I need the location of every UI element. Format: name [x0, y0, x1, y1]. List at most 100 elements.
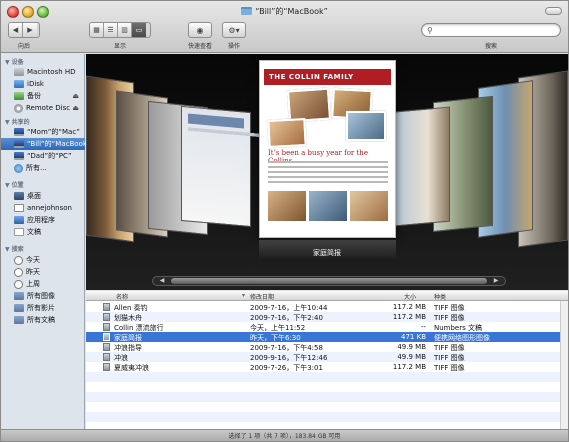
sidebar-item-bills-macbook[interactable]: “Bill”的“MacBook” — [1, 138, 91, 150]
back-forward-label: 向后 — [17, 43, 30, 50]
column-header-date[interactable]: 修改日期 — [250, 292, 274, 301]
table-row[interactable]: 冲浪指导 2009-7-16，下午4:58 49.9 MB TIFF 图像 — [86, 342, 568, 352]
sidebar-item-all-shared[interactable]: 所有... — [1, 162, 85, 174]
empty-row — [86, 392, 568, 402]
scroll-right-icon[interactable]: ▶ — [489, 277, 503, 285]
eye-icon: ◉ — [196, 25, 204, 35]
back-forward-control: ◀ ▶ — [8, 22, 40, 38]
sidebar-section-shared[interactable]: ▼ 共享的 — [5, 117, 30, 126]
coverflow-view-button[interactable]: ▭ — [132, 23, 146, 37]
empty-row — [86, 412, 568, 422]
clock-icon — [14, 267, 23, 277]
disclosure-triangle-icon: ▼ — [5, 119, 10, 126]
sidebar-item-moms-mac[interactable]: “Mom”的“Mac” — [1, 126, 85, 138]
column-header-kind[interactable]: 种类 — [434, 292, 446, 301]
sort-indicator-icon: ▾ — [242, 292, 246, 299]
table-row[interactable]: 冲浪 2009-9-16，下午12:46 49.9 MB TIFF 图像 — [86, 352, 568, 362]
search-icon: ⚲ — [427, 26, 433, 35]
icon-view-button[interactable]: ▦ — [90, 23, 104, 37]
column-header-name[interactable]: 名称 — [116, 292, 128, 301]
sidebar-section-search[interactable]: ▼ 搜索 — [5, 244, 24, 253]
coverflow-item[interactable] — [181, 105, 568, 228]
list-view-button[interactable]: ☰ — [104, 23, 118, 37]
action-button[interactable]: ⚙▾ — [222, 22, 246, 38]
text-line — [268, 176, 388, 178]
computer-icon — [14, 128, 24, 136]
gear-icon: ⚙▾ — [228, 25, 240, 35]
columns-icon: ▥ — [121, 26, 128, 34]
text-line — [268, 181, 388, 183]
sidebar-item-applications[interactable]: 应用程序 — [1, 214, 85, 226]
back-button[interactable]: ◀ — [9, 23, 23, 37]
sidebar-item-dads-pc[interactable]: “Dad”的“PC” — [1, 150, 85, 162]
table-row[interactable]: 家庭简报 昨天，下午6:30 471 KB 便携网络图形图像 — [86, 332, 568, 342]
coverflow-icon: ▭ — [135, 26, 143, 34]
grid-icon: ▦ — [93, 26, 100, 34]
column-view-button[interactable]: ▥ — [118, 23, 132, 37]
clock-icon — [14, 279, 23, 289]
documents-icon — [14, 228, 24, 236]
desktop-icon — [14, 192, 24, 200]
list-icon: ☰ — [107, 26, 114, 34]
sidebar-item-yesterday[interactable]: 昨天 — [1, 266, 85, 278]
scroll-left-icon[interactable]: ◀ — [155, 277, 169, 285]
table-row[interactable]: 划猫木舟 2009-7-16，下午2:40 117.2 MB TIFF 图像 — [86, 312, 568, 322]
applications-icon — [14, 216, 24, 224]
view-label: 显示 — [113, 43, 126, 50]
quicklook-button[interactable]: ◉ — [188, 22, 212, 38]
coverflow-item[interactable] — [395, 106, 450, 227]
sidebar-item-remote-disc[interactable]: Remote Disc ⏏ — [1, 102, 85, 114]
search-field[interactable]: ⚲ — [421, 23, 561, 37]
image-file-icon — [103, 343, 110, 351]
disclosure-triangle-icon: ▼ — [5, 246, 10, 253]
eject-icon[interactable]: ⏏ — [72, 104, 79, 112]
photo-thumbnail — [309, 191, 347, 221]
disclosure-triangle-icon: ▼ — [5, 59, 10, 66]
quicklook-label: 快速查看 — [187, 43, 212, 50]
column-header-size[interactable]: 大小 — [404, 292, 416, 301]
backup-drive-icon — [14, 92, 24, 100]
empty-row — [86, 372, 568, 382]
home-icon — [14, 204, 24, 212]
image-file-icon — [103, 303, 110, 311]
sidebar-item-desktop[interactable]: 桌面 — [1, 190, 85, 202]
photo-thumbnail — [286, 87, 332, 123]
sidebar-item-all-images[interactable]: 所有图像 — [1, 290, 85, 302]
eject-icon[interactable]: ⏏ — [72, 92, 79, 100]
sidebar-item-all-documents[interactable]: 所有文稿 — [1, 314, 85, 326]
table-row[interactable]: 夏威夷冲浪 2009-7-26，下午3:01 117.2 MB TIFF 图像 — [86, 362, 568, 372]
coverflow-selected-item[interactable]: THE COLLIN FAMILY It’s been a busy year … — [259, 60, 396, 238]
text-line — [268, 166, 388, 168]
image-file-icon — [103, 313, 110, 321]
coverflow-caption: 家庭简报 — [313, 249, 341, 257]
view-control: ▦ ☰ ▥ ▭ — [89, 22, 151, 38]
sidebar-item-all-movies[interactable]: 所有影片 — [1, 302, 85, 314]
table-row[interactable]: Collin 漂流旅行 今天，上午11:52 -- Numbers 文稿 — [86, 322, 568, 332]
sidebar-section-devices[interactable]: ▼ 设备 — [5, 57, 24, 66]
sidebar-section-places[interactable]: ▼ 位置 — [5, 180, 24, 189]
image-file-icon — [103, 363, 110, 371]
coverflow-pane: THE COLLIN FAMILY It’s been a busy year … — [86, 54, 568, 290]
sidebar-item-idisk[interactable]: iDisk — [1, 78, 85, 90]
clock-icon — [14, 255, 23, 265]
sidebar-item-last-week[interactable]: 上周 — [1, 278, 85, 290]
finder-window: “Bill”的“MacBook” ◀ ▶ 向后 ▦ ☰ ▥ ▭ 显示 ◉ 快速查… — [0, 0, 569, 442]
sidebar-item-backup[interactable]: 备份 ⏏ — [1, 90, 85, 102]
coverflow-scrollbar[interactable]: ◀ ▶ — [152, 276, 506, 286]
forward-button[interactable]: ▶ — [23, 23, 37, 37]
vertical-scrollbar[interactable] — [560, 301, 568, 429]
photo-thumbnail — [267, 118, 307, 148]
disc-icon — [14, 103, 23, 113]
laptop-icon — [14, 140, 24, 148]
thumbnail-header — [188, 113, 244, 129]
smart-folder-icon — [14, 316, 24, 324]
folder-icon — [241, 7, 253, 15]
hard-drive-icon — [14, 68, 24, 76]
action-label: 操作 — [227, 43, 240, 50]
sidebar-item-home[interactable]: annejohnson — [1, 202, 85, 214]
table-row[interactable]: Allen 奏钓 2009-7-16，上午10:44 117.2 MB TIFF… — [86, 302, 568, 312]
sidebar-item-macintosh-hd[interactable]: Macintosh HD — [1, 66, 85, 78]
sidebar-item-documents[interactable]: 文稿 — [1, 226, 85, 238]
sidebar-item-today[interactable]: 今天 — [1, 254, 85, 266]
coverflow-scroll-thumb[interactable] — [171, 278, 487, 284]
